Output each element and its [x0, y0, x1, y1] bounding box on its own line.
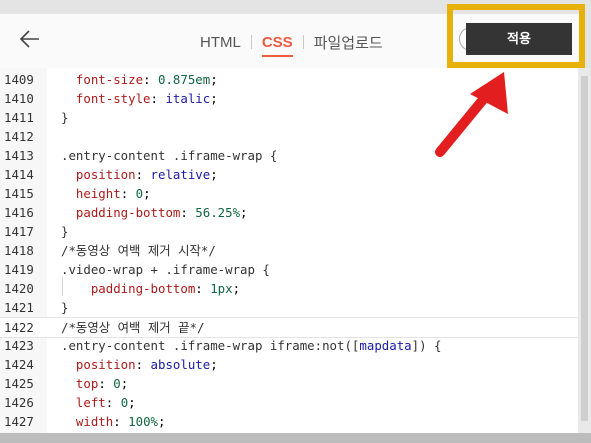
line-code: position: relative;: [75, 167, 218, 182]
line-number: 1426: [4, 395, 34, 410]
line-code: font-size: 0.875em;: [75, 72, 218, 87]
line-code: height: 0;: [75, 186, 151, 201]
line-code: /*동영상 여백 제거 시작*/: [61, 243, 216, 258]
line-number: 1413: [4, 148, 34, 163]
tab-html[interactable]: HTML: [200, 34, 241, 51]
line-code: .entry-content .iframe-wrap iframe:not([…: [61, 338, 442, 353]
tab-css[interactable]: CSS: [261, 34, 293, 57]
line-code: /*동영상 여백 제거 끝*/: [61, 320, 205, 335]
line-code: top: 0;: [75, 376, 129, 391]
line-code: padding-bottom: 56.25%;: [75, 205, 248, 220]
line-code: }: [61, 300, 69, 315]
line-code: padding-bottom: 1px;: [90, 281, 241, 296]
line-number: 1422: [4, 320, 34, 335]
code-line[interactable]: 1427 width: 100%;: [0, 412, 578, 431]
line-code: .entry-content .iframe-wrap {: [61, 148, 278, 163]
line-number: 1419: [4, 262, 34, 277]
code-line[interactable]: 1417}: [0, 222, 578, 241]
editor-tabs: HTML CSS 파일업로드: [200, 31, 383, 57]
code-line[interactable]: 1426 left: 0;: [0, 393, 578, 412]
code-line[interactable]: 1425 top: 0;: [0, 374, 578, 393]
code-line[interactable]: 1415 height: 0;: [0, 184, 578, 203]
line-code: }: [61, 224, 69, 239]
code-line[interactable]: 1423 .entry-content .iframe-wrap iframe:n…: [0, 336, 578, 355]
line-number: 1416: [4, 205, 34, 220]
line-code: font-style: italic;: [75, 91, 218, 106]
line-number: 1417: [4, 224, 34, 239]
line-number: 1414: [4, 167, 34, 182]
line-number: 1415: [4, 186, 34, 201]
code-line[interactable]: 1416 padding-bottom: 56.25%;: [0, 203, 578, 222]
line-number: 1411: [4, 110, 34, 125]
line-number: 1424: [4, 357, 34, 372]
code-line[interactable]: 1424 position: absolute;: [0, 355, 578, 374]
scrollbar-thumb[interactable]: [581, 76, 588, 421]
tab-file-upload[interactable]: 파일업로드: [314, 32, 383, 53]
line-code: left: 0;: [75, 395, 136, 410]
line-number: 1425: [4, 376, 34, 391]
code-line[interactable]: 1414 position: relative;: [0, 165, 578, 184]
code-line[interactable]: 1422 /*동영상 여백 제거 끝*/: [0, 317, 578, 338]
line-number: 1423: [4, 338, 34, 353]
line-number: 1418: [4, 243, 34, 258]
code-line[interactable]: 1418 /*동영상 여백 제거 시작*/: [0, 241, 578, 260]
annotation-arrow-icon: [435, 72, 508, 157]
back-arrow-icon[interactable]: [18, 27, 42, 51]
code-line[interactable]: 1419 .video-wrap + .iframe-wrap {: [0, 260, 578, 279]
line-number: 1421: [4, 300, 34, 315]
bottom-bar: [0, 433, 591, 443]
line-code: position: absolute;: [75, 357, 218, 372]
line-code: .video-wrap + .iframe-wrap {: [61, 262, 270, 277]
code-line[interactable]: 1420 padding-bottom: 1px;: [0, 279, 578, 298]
apply-button[interactable]: 적용: [466, 23, 572, 55]
line-code: width: 100%;: [75, 414, 166, 429]
line-code: }: [61, 110, 69, 125]
tab-divider: [302, 35, 304, 49]
vertical-scrollbar[interactable]: [578, 68, 591, 433]
tab-divider: [250, 35, 252, 49]
code-line[interactable]: 1421}: [0, 298, 578, 317]
line-number: 1412: [4, 129, 34, 144]
line-number: 1427: [4, 414, 34, 429]
line-number: 1409: [4, 72, 34, 87]
line-number: 1420: [4, 281, 34, 296]
line-number: 1410: [4, 91, 34, 106]
